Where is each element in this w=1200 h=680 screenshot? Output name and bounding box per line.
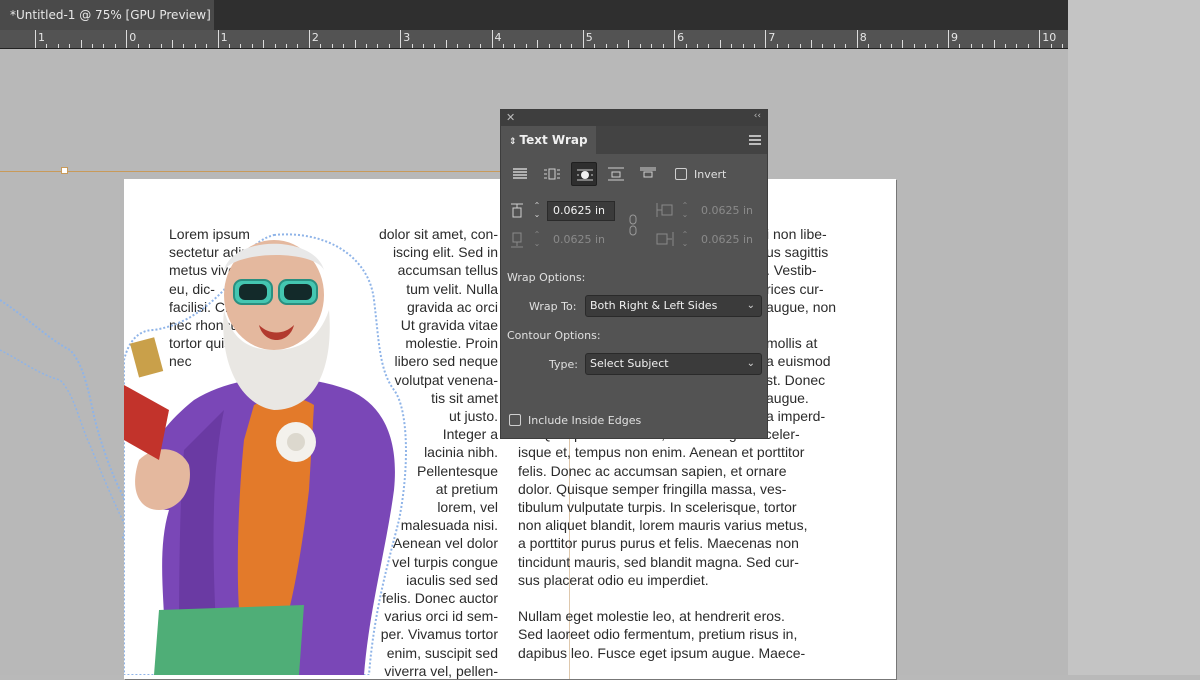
wrap-around-object-shape-button[interactable]: [571, 162, 597, 186]
text-line: [518, 589, 858, 607]
tab-label: Text Wrap: [519, 133, 588, 147]
text-line: Sed laoreet odio fermentum, pretium risu…: [518, 626, 798, 643]
panel-tab-row: ⇕ Text Wrap: [501, 126, 767, 154]
wrap-to-label: Wrap To:: [529, 300, 577, 313]
object-shape-wrap-icon: [577, 169, 593, 181]
text-wrap-panel: ✕ ‹‹ ⇕ Text Wrap Invert ⌃ ⌄ 0.0625 in ⌃ …: [500, 109, 768, 439]
bottom-offset-stepper[interactable]: ⌃ ⌄: [531, 230, 543, 250]
jump-object-button[interactable]: [603, 162, 629, 186]
text-line: tibulum vulputate turpis. In scelerisque…: [518, 499, 797, 516]
left-offset-stepper[interactable]: ⌃ ⌄: [679, 201, 691, 221]
contour-type-value: Select Subject: [590, 357, 669, 370]
wrap-to-dropdown[interactable]: Both Right & Left Sides ⌄: [585, 295, 762, 317]
text-line: dolor. Quisque semper fringilla massa, v…: [518, 480, 787, 497]
panel-menu-icon[interactable]: [749, 135, 761, 145]
text-line: sus placerat odio eu imperdiet.: [518, 571, 709, 588]
collapse-icon[interactable]: ‹‹: [754, 111, 761, 121]
text-line: isque et, tempus non enim. Aenean et por…: [518, 444, 805, 461]
wrap-around-bounding-box-button[interactable]: [539, 162, 565, 186]
chevron-down-icon: ⌄: [746, 358, 755, 369]
bottom-offset-field[interactable]: 0.0625 in: [547, 230, 615, 250]
text-line: felis. Donec ac accumsan sapien, et orna…: [518, 462, 787, 479]
indesign-workspace: *Untitled-1 @ 75% [GPU Preview] 10123456…: [0, 0, 1068, 679]
invert-checkbox[interactable]: [675, 168, 687, 180]
include-inside-edges-checkbox[interactable]: [509, 414, 521, 426]
close-icon[interactable]: ✕: [506, 111, 515, 124]
right-offset-stepper[interactable]: ⌃ ⌄: [679, 230, 691, 250]
wrap-options-heading: Wrap Options:: [507, 271, 586, 284]
jump-object-icon: [608, 167, 624, 181]
no-wrap-icon: [513, 168, 527, 179]
jump-to-next-column-button[interactable]: [635, 162, 661, 186]
bottom-offset-icon: [511, 232, 523, 248]
left-offset-field[interactable]: 0.0625 in: [695, 201, 763, 221]
text-line: dapibus leo. Fusce eget ipsum augue. Mae…: [518, 644, 806, 661]
bounding-box-wrap-icon: [544, 168, 560, 180]
contour-options-heading: Contour Options:: [507, 329, 601, 342]
panel-titlebar[interactable]: ✕ ‹‹: [501, 110, 767, 126]
right-offset-field[interactable]: 0.0625 in: [695, 230, 763, 250]
top-offset-field[interactable]: 0.0625 in: [547, 201, 615, 221]
jump-next-column-icon: [640, 167, 656, 178]
text-line: tincidunt mauris, sed blandit magna. Sed…: [518, 553, 799, 570]
text-line: non aliquet blandit, lorem mauris varius…: [518, 517, 808, 534]
tab-arrows-icon: ⇕: [509, 137, 517, 147]
contour-type-dropdown[interactable]: Select Subject ⌄: [585, 353, 762, 375]
pasteboard-edge: [1068, 0, 1200, 675]
invert-label: Invert: [694, 168, 727, 181]
wrap-to-value: Both Right & Left Sides: [590, 299, 718, 312]
top-offset-icon: [511, 203, 523, 218]
person-cutout-image[interactable]: [124, 230, 414, 675]
chevron-down-icon: ⌄: [746, 300, 755, 311]
include-inside-edges-label: Include Inside Edges: [528, 414, 642, 427]
left-offset-icon: [656, 203, 673, 217]
text-line: Nullam eget molestie leo, at hendrerit e…: [518, 608, 785, 625]
make-all-settings-same-link-icon[interactable]: [628, 214, 638, 236]
text-line: a porttitor purus purus et felis. Maecen…: [518, 535, 799, 552]
no-text-wrap-button[interactable]: [507, 162, 533, 186]
right-offset-icon: [656, 232, 674, 246]
tab-text-wrap[interactable]: ⇕ Text Wrap: [501, 126, 596, 154]
type-label: Type:: [549, 358, 578, 371]
top-offset-stepper[interactable]: ⌃ ⌄: [531, 201, 543, 221]
